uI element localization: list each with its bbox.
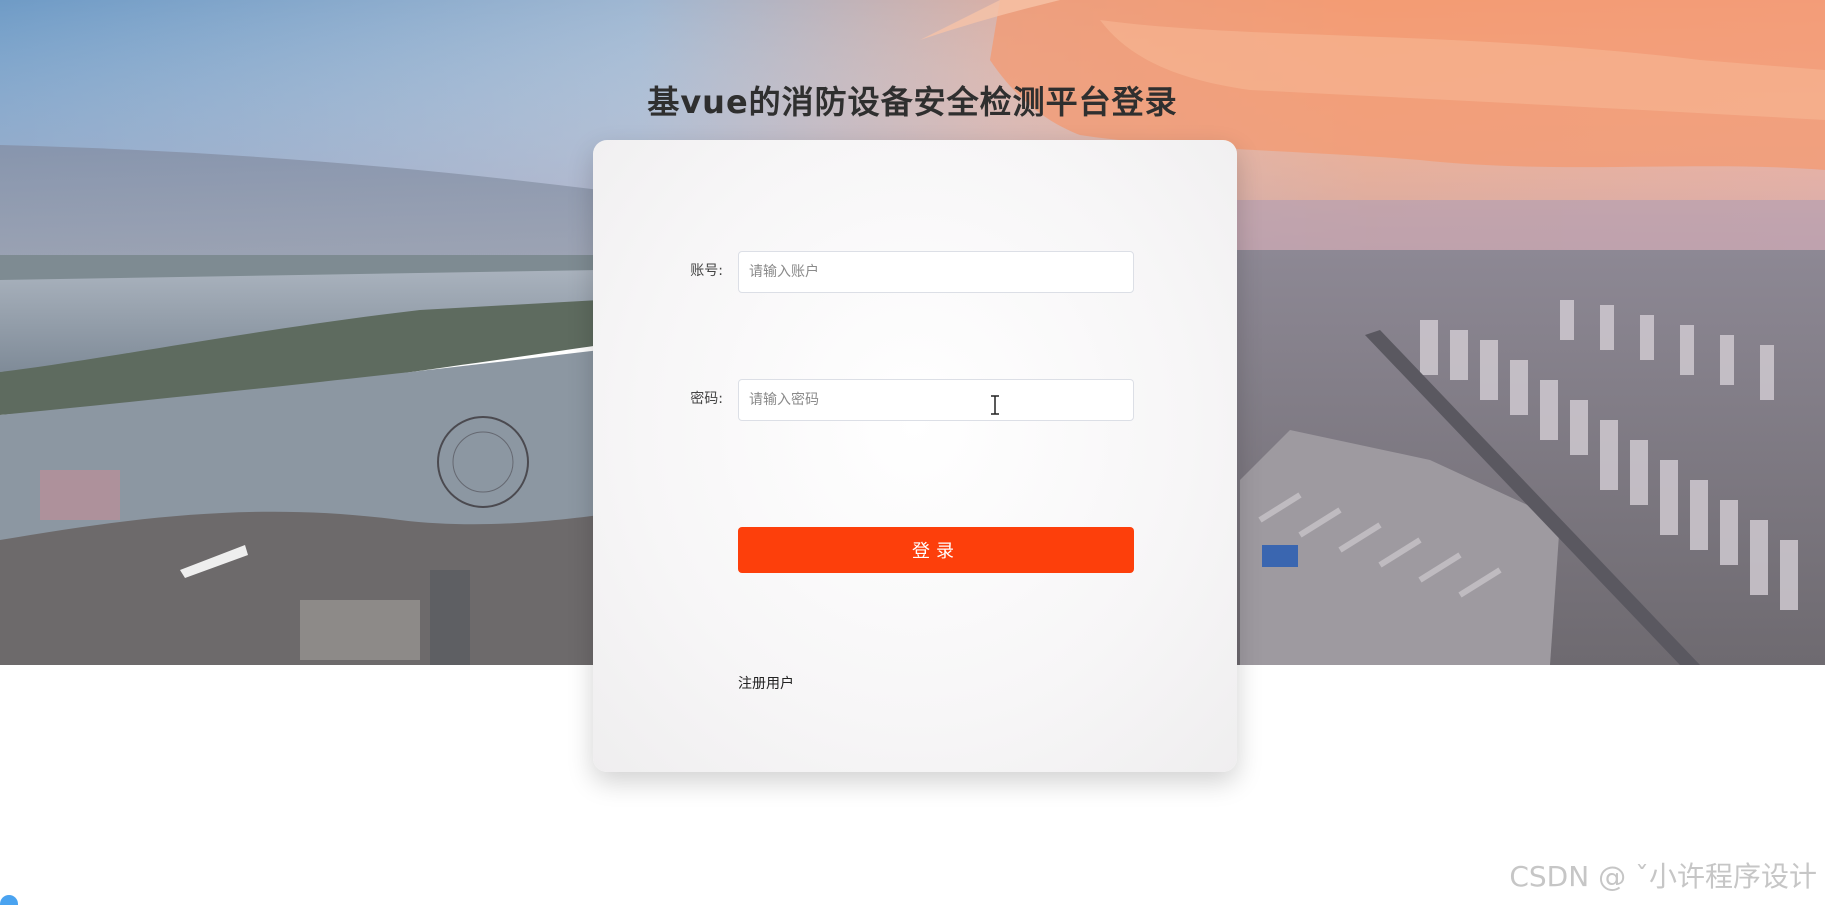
login-card: 账号: 密码: 登录 注册用户 — [593, 140, 1237, 772]
status-dot-icon — [0, 895, 18, 905]
password-row: 密码: — [593, 379, 1237, 421]
password-label: 密码: — [690, 391, 723, 407]
password-input[interactable] — [738, 379, 1134, 421]
csdn-watermark: CSDN @ ˇ小许程序设计 — [1509, 860, 1817, 893]
page-title: 基vue的消防设备安全检测平台登录 — [647, 83, 1178, 122]
text-cursor-icon — [991, 395, 999, 415]
login-button[interactable]: 登录 — [738, 527, 1134, 573]
account-input[interactable] — [738, 251, 1134, 293]
login-page: 基vue的消防设备安全检测平台登录 账号: 密码: 登录 注册用户 CSDN @… — [0, 0, 1825, 905]
account-row: 账号: — [593, 251, 1237, 293]
register-link[interactable]: 注册用户 — [738, 673, 794, 693]
account-label: 账号: — [690, 263, 723, 279]
